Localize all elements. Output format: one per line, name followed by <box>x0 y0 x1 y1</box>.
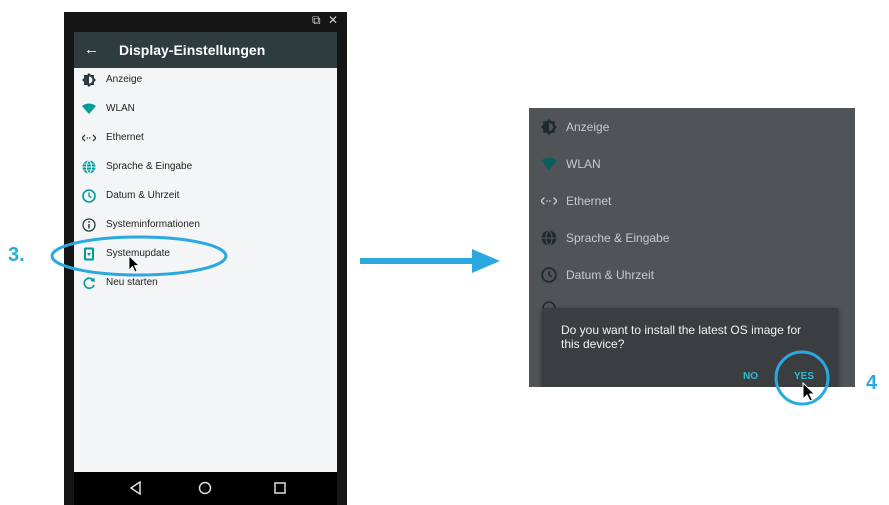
menu-item-anzeige[interactable]: Anzeige <box>74 68 337 92</box>
menu-item-systeminfo[interactable]: Systeminformationen <box>74 213 337 237</box>
menu-item-label: Sprache & Eingabe <box>566 231 670 245</box>
menu-item-wlan: WLAN <box>529 149 855 179</box>
nav-back-icon[interactable] <box>126 478 146 498</box>
menu-item-datum[interactable]: Datum & Uhrzeit <box>74 184 337 208</box>
menu-item-label: WLAN <box>566 157 601 171</box>
ethernet-icon <box>541 197 557 205</box>
nav-recents-icon[interactable] <box>270 478 290 498</box>
globe-icon <box>541 230 557 246</box>
zoomed-dialog-view: Anzeige WLAN Ethernet Sprache & Eingabe … <box>529 108 855 387</box>
menu-item-label: Anzeige <box>106 74 143 85</box>
menu-item-label: Ethernet <box>106 132 144 143</box>
menu-item-systemupdate[interactable]: Systemupdate <box>74 242 337 266</box>
yes-button[interactable]: YES <box>794 370 814 384</box>
menu-item-wlan[interactable]: WLAN <box>74 97 337 121</box>
menu-item-ethernet: Ethernet <box>529 186 855 216</box>
menu-item-label: WLAN <box>106 103 135 114</box>
system-update-icon <box>84 247 94 261</box>
wifi-icon <box>82 103 96 114</box>
wifi-icon <box>541 157 557 170</box>
clock-icon <box>541 267 557 283</box>
page-title: Display-Einstellungen <box>119 42 266 58</box>
restart-icon <box>83 277 95 289</box>
device-frame: ⧉ ✕ ← Display-Einstellungen Anzeige WLAN <box>64 12 347 505</box>
globe-icon <box>82 160 96 174</box>
app-bar: ← Display-Einstellungen <box>74 32 337 68</box>
partial-icon <box>542 301 556 308</box>
ethernet-icon <box>82 134 96 142</box>
no-button[interactable]: NO <box>743 370 758 384</box>
menu-item-sprache[interactable]: Sprache & Eingabe <box>74 155 337 179</box>
settings-list: Anzeige WLAN Ethernet Sprache & Eingabe … <box>74 68 337 472</box>
menu-item-datum: Datum & Uhrzeit <box>529 260 855 290</box>
window-controls: ⧉ ✕ <box>64 12 347 30</box>
external-window-icon[interactable]: ⧉ <box>312 13 321 27</box>
step-4-label: 4 <box>866 372 878 394</box>
menu-item-neustarten[interactable]: Neu starten <box>74 271 337 295</box>
menu-item-label: Neu starten <box>106 277 158 288</box>
menu-item-anzeige: Anzeige <box>529 112 855 142</box>
info-icon <box>82 218 96 232</box>
brightness-icon <box>541 119 557 135</box>
install-os-dialog: Do you want to install the latest OS ima… <box>542 308 838 387</box>
menu-item-ethernet[interactable]: Ethernet <box>74 126 337 150</box>
menu-item-label: Anzeige <box>566 120 610 134</box>
back-arrow-icon[interactable]: ← <box>84 40 99 60</box>
brightness-icon <box>82 73 96 87</box>
navigation-bar <box>74 472 337 505</box>
close-icon[interactable]: ✕ <box>328 13 338 27</box>
menu-item-label: Ethernet <box>566 194 612 208</box>
menu-item-sprache: Sprache & Eingabe <box>529 223 855 253</box>
menu-item-label: Datum & Uhrzeit <box>566 268 655 282</box>
menu-item-label: Systeminformationen <box>106 219 200 230</box>
menu-item-label: Sprache & Eingabe <box>106 161 193 172</box>
step-3-label: 3. <box>8 244 25 266</box>
nav-home-icon[interactable] <box>195 478 215 498</box>
dialog-message: Do you want to install the latest OS ima… <box>561 323 802 351</box>
clock-icon <box>82 189 96 203</box>
arrow-right-icon <box>360 249 500 273</box>
menu-item-label: Systemupdate <box>106 248 170 259</box>
menu-item-label: Datum & Uhrzeit <box>106 190 180 201</box>
